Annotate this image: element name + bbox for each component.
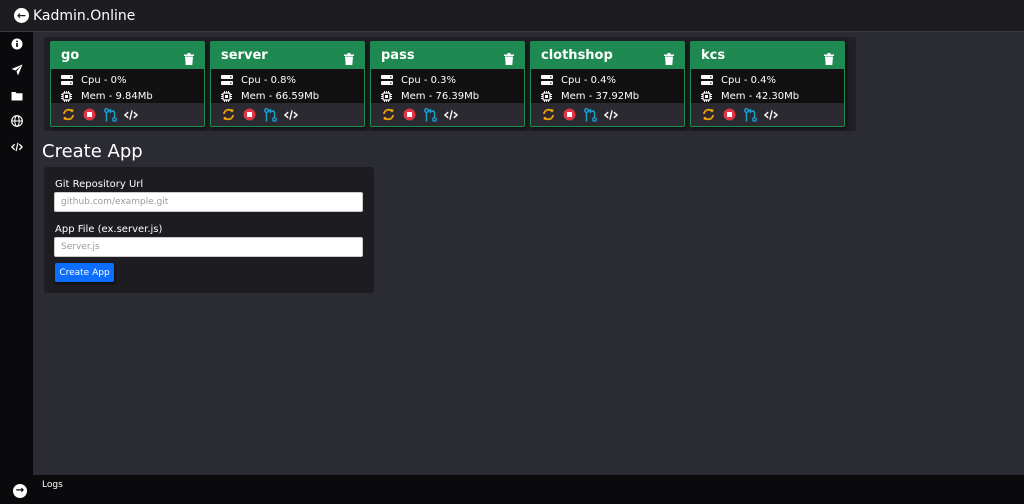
code-icon[interactable] [604,108,618,122]
stop-icon[interactable] [402,108,416,122]
cpu-stat: Cpu - 0.3% [371,72,524,88]
code-icon[interactable] [444,108,458,122]
chip-icon [541,90,553,102]
app-card-header: kcs [691,42,844,69]
app-name: server [221,48,268,63]
cpu-value: Cpu - 0.8% [241,74,297,86]
git-pull-icon[interactable] [583,107,597,122]
apps-panel: go Cpu - 0% Mem - 9.84Mb server Cpu - 0.8% Me… [44,37,856,131]
chip-icon [221,90,233,102]
cpu-value: Cpu - 0.4% [721,74,777,86]
mem-stat: Mem - 42.30Mb [691,88,844,104]
stop-icon[interactable] [722,108,736,122]
info-icon[interactable] [11,38,23,50]
app-card: pass Cpu - 0.3% Mem - 76.39Mb [370,41,525,127]
git-url-label: Git Repository Url [55,179,144,190]
code-icon[interactable] [124,108,138,122]
logs-bar: → Logs [0,475,1024,504]
app-actions [51,103,204,126]
app-name: go [61,48,80,63]
mem-stat: Mem - 37.92Mb [531,88,684,104]
server-icon [541,75,553,85]
app-card: go Cpu - 0% Mem - 9.84Mb [50,41,205,127]
git-url-input[interactable] [54,192,363,212]
chip-icon [381,90,393,102]
create-app-button[interactable]: Create App [55,263,114,282]
mem-value: Mem - 9.84Mb [81,90,153,102]
mem-stat: Mem - 9.84Mb [51,88,204,104]
app-name: kcs [701,48,726,63]
folder-icon[interactable] [11,90,23,102]
app-card-header: server [211,42,364,69]
app-name: pass [381,48,415,63]
cpu-stat: Cpu - 0.4% [691,72,844,88]
trash-icon[interactable] [184,50,194,65]
send-icon[interactable] [11,64,23,76]
app-actions [211,103,364,126]
app-file-input[interactable] [54,237,363,257]
code-icon[interactable] [764,108,778,122]
cpu-value: Cpu - 0.4% [561,74,617,86]
app-actions [691,103,844,126]
sidebar [0,32,33,475]
trash-icon[interactable] [344,50,354,65]
logs-label[interactable]: Logs [42,480,63,490]
app-card-header: go [51,42,204,69]
cpu-stat: Cpu - 0.4% [531,72,684,88]
code-icon[interactable] [284,108,298,122]
git-pull-icon[interactable] [103,107,117,122]
mem-value: Mem - 76.39Mb [401,90,480,102]
git-pull-icon[interactable] [263,107,277,122]
mem-value: Mem - 37.92Mb [561,90,640,102]
restart-icon[interactable] [381,108,395,122]
arrow-right-icon[interactable]: → [13,484,27,498]
restart-icon[interactable] [701,108,715,122]
restart-icon[interactable] [541,108,555,122]
create-app-title: Create App [42,141,143,162]
mem-stat: Mem - 76.39Mb [371,88,524,104]
code-icon[interactable] [11,141,23,153]
trash-icon[interactable] [824,50,834,65]
app-card-header: pass [371,42,524,69]
create-app-form: Git Repository Url App File (ex.server.j… [44,167,374,293]
stop-icon[interactable] [82,108,96,122]
mem-value: Mem - 66.59Mb [241,90,320,102]
stop-icon[interactable] [562,108,576,122]
restart-icon[interactable] [221,108,235,122]
cpu-stat: Cpu - 0% [51,72,204,88]
server-icon [61,75,73,85]
stop-icon[interactable] [242,108,256,122]
app-title: Kadmin.Online [33,7,136,24]
trash-icon[interactable] [664,50,674,65]
git-pull-icon[interactable] [423,107,437,122]
app-name: clothshop [541,48,613,63]
cpu-stat: Cpu - 0.8% [211,72,364,88]
cpu-value: Cpu - 0% [81,74,127,86]
server-icon [381,75,393,85]
git-pull-icon[interactable] [743,107,757,122]
app-card: server Cpu - 0.8% Mem - 66.59Mb [210,41,365,127]
restart-icon[interactable] [61,108,75,122]
chip-icon [701,90,713,102]
mem-stat: Mem - 66.59Mb [211,88,364,104]
app-card-header: clothshop [531,42,684,69]
globe-icon[interactable] [11,115,23,127]
mem-value: Mem - 42.30Mb [721,90,800,102]
app-actions [531,103,684,126]
app-file-label: App File (ex.server.js) [55,224,163,235]
chip-icon [61,90,73,102]
trash-icon[interactable] [504,50,514,65]
app-card: kcs Cpu - 0.4% Mem - 42.30Mb [690,41,845,127]
brand[interactable]: ← Kadmin.Online [14,8,135,24]
server-icon [221,75,233,85]
app-actions [371,103,524,126]
top-bar: ← Kadmin.Online [0,0,1024,32]
server-icon [701,75,713,85]
app-card: clothshop Cpu - 0.4% Mem - 37.92Mb [530,41,685,127]
back-arrow-icon[interactable]: ← [14,8,29,23]
cpu-value: Cpu - 0.3% [401,74,457,86]
